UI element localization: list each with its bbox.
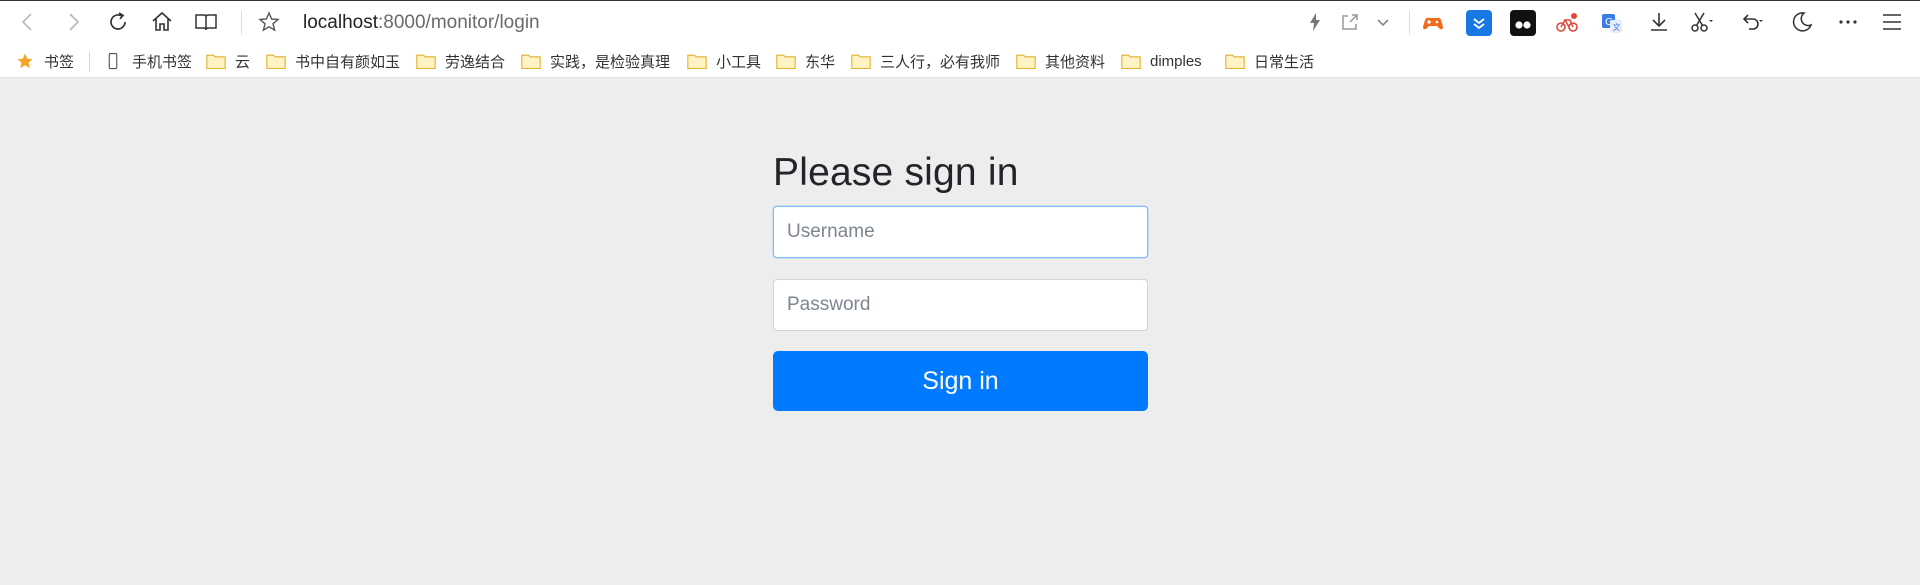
bookmark-folder[interactable]: 小工具: [687, 50, 761, 72]
menu-button[interactable]: [1877, 7, 1907, 37]
lightning-button[interactable]: [1300, 7, 1330, 37]
tampermonkey-extension[interactable]: [1510, 10, 1536, 36]
reload-icon: [110, 12, 126, 30]
folder-icon: [851, 54, 871, 70]
star-icon: [17, 53, 33, 69]
save-extension[interactable]: [1466, 10, 1492, 36]
translate-icon: G文: [1602, 14, 1622, 33]
bookmark-item[interactable]: 书签: [15, 50, 74, 72]
username-input[interactable]: [773, 206, 1148, 258]
download-button[interactable]: [1644, 7, 1674, 37]
moon-icon: [1792, 12, 1813, 32]
toolbar-divider: [1409, 11, 1410, 35]
bookmark-label: 手机书签: [132, 53, 193, 71]
signin-form: Please sign in Sign in: [773, 140, 1148, 411]
monkey-icon: [1515, 21, 1531, 29]
bookmark-label: 其他资料: [1045, 53, 1106, 71]
back-button[interactable]: [13, 7, 43, 37]
folder-icon: [1121, 54, 1141, 70]
bookmark-label: 日常生活: [1254, 53, 1315, 71]
bookmark-label: 三人行，必有我师: [880, 53, 1001, 71]
folder-icon: [521, 54, 541, 70]
bookmarks-divider: [89, 52, 90, 72]
home-icon: [152, 11, 172, 31]
book-icon: [195, 14, 217, 31]
address-dropdown-button[interactable]: [1368, 7, 1398, 37]
screenshot-button[interactable]: [1686, 7, 1716, 37]
undo-button[interactable]: [1737, 7, 1767, 37]
phone-icon: [108, 52, 118, 70]
folder-icon: [687, 54, 707, 70]
download-icon: [1651, 13, 1667, 31]
gamepad-icon: [1423, 17, 1443, 30]
reload-button[interactable]: [103, 7, 133, 37]
reader-button[interactable]: [191, 7, 221, 37]
folder-icon: [1016, 54, 1036, 70]
favorite-button[interactable]: [254, 7, 284, 37]
bookmarks-bar: 书签 手机书签 云 书中自有颜如玉 劳逸结合 实践，是检验真理 小工具 东华 三…: [0, 43, 1920, 78]
night-mode-button[interactable]: [1787, 7, 1817, 37]
svg-text:文: 文: [1613, 22, 1621, 32]
bicycle-icon: [1556, 13, 1578, 32]
more-icon: [1839, 20, 1857, 24]
arrow-left-icon: [21, 13, 32, 31]
bookmark-folder[interactable]: 云: [206, 50, 250, 72]
undo-icon: [1742, 14, 1763, 30]
bookmark-folder[interactable]: 三人行，必有我师: [851, 50, 1000, 72]
sign-in-button[interactable]: Sign in: [773, 351, 1148, 411]
chevron-down-icon: [1377, 19, 1389, 27]
lightning-icon: [1310, 13, 1320, 31]
share-button[interactable]: [1335, 7, 1365, 37]
browser-toolbar: localhost:8000/monitor/login G文: [0, 0, 1920, 43]
bookmark-folder[interactable]: 劳逸结合: [416, 50, 505, 72]
bookmark-label: 云: [235, 53, 251, 71]
bookmark-label: 实践，是检验真理: [550, 53, 671, 71]
folder-icon: [1225, 54, 1245, 70]
arrow-right-icon: [69, 13, 80, 31]
folder-icon: [206, 54, 226, 70]
password-input[interactable]: [773, 279, 1148, 331]
bookmark-folder[interactable]: 书中自有颜如玉: [266, 50, 400, 72]
bookmark-label: 东华: [805, 53, 836, 71]
folder-icon: [266, 54, 286, 70]
home-button[interactable]: [147, 7, 177, 37]
bookmark-folder[interactable]: dimples: [1121, 50, 1202, 72]
hamburger-icon: [1883, 14, 1901, 30]
address-path: :8000/monitor/login: [378, 12, 540, 33]
folder-icon: [416, 54, 436, 70]
bookmark-folder[interactable]: 日常生活: [1225, 50, 1314, 72]
bookmark-folder[interactable]: 东华: [776, 50, 835, 72]
star-icon: [258, 11, 280, 32]
bookmark-label: dimples: [1150, 52, 1202, 70]
bike-extension[interactable]: [1554, 10, 1580, 36]
address-bar[interactable]: localhost:8000/monitor/login: [303, 11, 540, 35]
game-extension[interactable]: [1420, 10, 1446, 36]
more-button[interactable]: [1833, 7, 1863, 37]
bookmark-label: 劳逸结合: [445, 53, 506, 71]
scissors-icon: [1691, 12, 1713, 32]
bookmark-label: 小工具: [716, 53, 762, 71]
toolbar-divider: [241, 11, 242, 35]
folder-icon: [776, 54, 796, 70]
address-host: localhost: [303, 12, 378, 33]
bookmark-label: 书中自有颜如玉: [295, 53, 401, 71]
bookmark-item[interactable]: 手机书签: [103, 50, 192, 72]
bookmark-folder[interactable]: 其他资料: [1016, 50, 1105, 72]
forward-button[interactable]: [58, 7, 88, 37]
translate-extension[interactable]: G文: [1599, 10, 1625, 36]
bookmark-label: 书签: [44, 53, 75, 71]
share-icon: [1342, 14, 1358, 30]
page-title: Please sign in: [773, 151, 1019, 194]
download-box-icon: [1473, 18, 1485, 30]
bookmark-folder[interactable]: 实践，是检验真理: [521, 50, 671, 72]
